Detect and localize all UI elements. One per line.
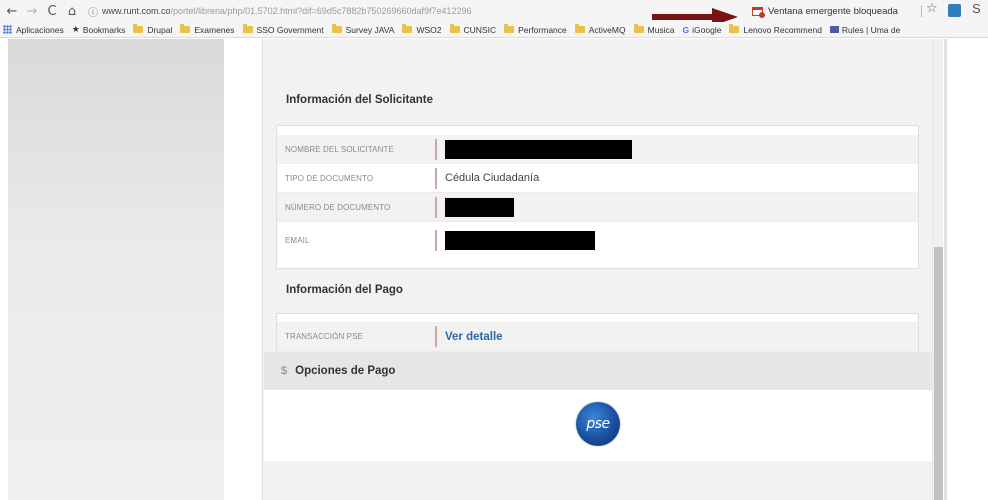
bookmark-activemq[interactable]: ActiveMQ — [574, 24, 626, 35]
star-icon: ★ — [71, 24, 80, 35]
bookmark-label: iGoogle — [692, 24, 722, 35]
table-spacer — [277, 314, 918, 322]
opciones-pago-header: $ Opciones de Pago — [264, 352, 932, 390]
bookmark-igoogle[interactable]: GiGoogle — [683, 25, 722, 35]
folder-icon — [242, 24, 253, 33]
bookmark-drupal[interactable]: Drupal — [133, 24, 173, 35]
popup-blocked-label: Ventana emergente bloqueada — [768, 5, 898, 17]
row-label: NOMBRE DEL SOLICITANTE — [285, 144, 394, 154]
bookmark-label: Drupal — [147, 24, 173, 35]
pse-logo-button[interactable]: pse — [576, 402, 620, 446]
left-gray-column — [8, 39, 224, 500]
apps-icon — [3, 25, 12, 34]
folder-icon — [633, 24, 644, 33]
folder-icon — [449, 24, 460, 33]
bookmark-wso2[interactable]: WSO2 — [402, 24, 442, 35]
url-host: www.runt.com.co — [102, 6, 171, 16]
folder-icon — [402, 24, 413, 33]
ver-detalle-link[interactable]: Ver detalle — [445, 331, 503, 343]
row-label: NÚMERO DE DOCUMENTO — [285, 202, 391, 212]
bookmarks-bar: Aplicaciones ★ Bookmarks Drupal Examenes … — [0, 22, 988, 38]
bookmark-label: Survey JAVA — [345, 24, 395, 35]
bookmark-label: Lenovo Recommend — [743, 24, 822, 35]
popup-blocked-indicator[interactable]: Ventana emergente bloqueada — [752, 3, 898, 19]
row-divider — [435, 138, 437, 160]
bookmark-label: Examenes — [194, 24, 235, 35]
table-spacer — [277, 258, 918, 268]
bookmark-sso-government[interactable]: SSO Government — [242, 24, 324, 35]
row-divider — [435, 196, 437, 218]
extension-2-icon[interactable]: S — [972, 1, 981, 16]
back-icon[interactable]: ← — [2, 1, 22, 21]
folder-icon — [331, 24, 342, 33]
bookmark-label: Aplicaciones — [16, 24, 64, 35]
reload-icon[interactable]: C — [42, 1, 62, 21]
bookmark-examenes[interactable]: Examenes — [180, 24, 235, 35]
table-row: TRANSACCIÓN PSE Ver detalle — [277, 322, 918, 352]
row-label: TIPO DE DOCUMENTO — [285, 173, 374, 183]
bookmark-survey-java[interactable]: Survey JAVA — [331, 24, 395, 35]
bookmark-musica[interactable]: Musica — [633, 24, 675, 35]
home-icon[interactable]: ⌂ — [62, 1, 82, 21]
folder-icon — [729, 24, 740, 33]
redacted-name — [445, 139, 632, 159]
folder-icon — [133, 24, 144, 33]
bookmark-label: Musica — [647, 24, 675, 35]
solicitante-info-box: NOMBRE DEL SOLICITANTE TIPO DE DOCUMENTO… — [276, 125, 919, 269]
bookmark-cunsic[interactable]: CUNSIC — [449, 24, 497, 35]
url-field[interactable]: ⓘ www.runt.com.co/portel/libreria/php/01… — [88, 4, 472, 19]
folder-icon — [504, 24, 515, 33]
table-row: EMAIL — [277, 222, 918, 258]
popup-blocked-icon — [752, 6, 765, 18]
table-row: NÚMERO DE DOCUMENTO — [277, 193, 918, 222]
dollar-icon: $ — [281, 365, 288, 377]
extension-icon[interactable] — [948, 4, 961, 17]
toolbar-divider — [921, 5, 922, 17]
bookmark-label: Bookmarks — [82, 24, 126, 35]
pse-logo-text: pse — [586, 416, 610, 432]
google-icon: G — [682, 24, 690, 35]
folder-icon — [574, 24, 585, 33]
bookmark-label: Rules | Uma de — [841, 24, 901, 35]
bookmark-label: Performance — [518, 24, 567, 35]
bookmark-bookmarks[interactable]: ★ Bookmarks — [72, 25, 126, 35]
opciones-pago-title: Opciones de Pago — [295, 365, 396, 377]
table-spacer — [277, 126, 918, 135]
row-label: TRANSACCIÓN PSE — [285, 332, 363, 341]
row-divider — [435, 167, 437, 189]
bookmark-performance[interactable]: Performance — [504, 24, 567, 35]
scrollbar-thumb[interactable] — [934, 247, 943, 500]
row-divider — [435, 229, 437, 251]
bookmark-label: ActiveMQ — [588, 24, 626, 35]
table-row: TIPO DE DOCUMENTO Cédula Ciudadanía — [277, 164, 918, 193]
folder-icon — [180, 24, 191, 33]
rules-icon — [829, 26, 839, 33]
bookmark-label: SSO Government — [256, 24, 324, 35]
redacted-email — [445, 230, 595, 250]
url-path: /portel/libreria/php/01.5702.html?dif=69… — [170, 6, 472, 16]
row-value: Cédula Ciudadanía — [445, 172, 540, 184]
solicitante-title: Información del Solicitante — [286, 94, 433, 106]
table-row: NOMBRE DEL SOLICITANTE — [277, 135, 918, 164]
bookmark-lenovo[interactable]: Lenovo Recommend — [729, 24, 822, 35]
pago-title: Información del Pago — [286, 284, 403, 296]
bookmark-star-icon[interactable]: ☆ — [926, 1, 938, 16]
redacted-document-number — [445, 197, 514, 217]
bookmark-rules[interactable]: Rules | Uma de — [829, 24, 901, 35]
row-divider — [435, 326, 437, 347]
scrollbar[interactable] — [932, 39, 943, 500]
forward-icon[interactable]: → — [22, 1, 42, 21]
bookmark-aplicaciones[interactable]: Aplicaciones — [3, 25, 64, 35]
right-border — [944, 39, 947, 500]
bookmark-label: CUNSIC — [463, 24, 497, 35]
info-icon[interactable]: ⓘ — [88, 4, 98, 19]
row-label: EMAIL — [285, 235, 310, 245]
bookmark-label: WSO2 — [416, 24, 442, 35]
